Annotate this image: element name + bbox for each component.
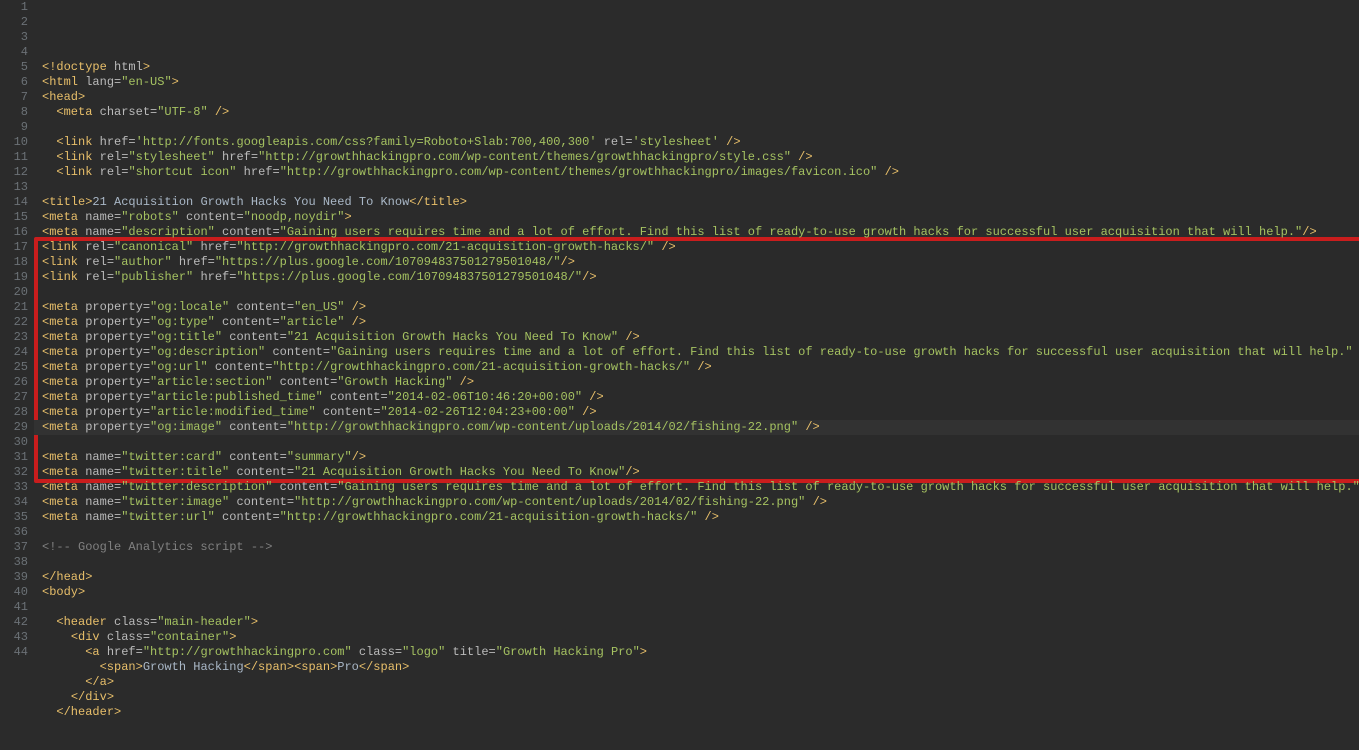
- code-line[interactable]: <div class="container">: [42, 630, 1359, 645]
- line-number: 31: [0, 450, 28, 465]
- line-number: 12: [0, 165, 28, 180]
- code-line[interactable]: <meta property="article:published_time" …: [42, 390, 1359, 405]
- line-number: 28: [0, 405, 28, 420]
- code-line[interactable]: <meta property="og:type" content="articl…: [42, 315, 1359, 330]
- code-line[interactable]: <meta name="twitter:url" content="http:/…: [42, 510, 1359, 525]
- line-number: 37: [0, 540, 28, 555]
- code-line[interactable]: [42, 180, 1359, 195]
- line-number: 4: [0, 45, 28, 60]
- code-line[interactable]: <meta name="twitter:card" content="summa…: [42, 450, 1359, 465]
- line-number: 13: [0, 180, 28, 195]
- code-line[interactable]: <link href='http://fonts.googleapis.com/…: [42, 135, 1359, 150]
- line-number: 43: [0, 630, 28, 645]
- code-line[interactable]: <meta name="twitter:title" content="21 A…: [42, 465, 1359, 480]
- line-number: 19: [0, 270, 28, 285]
- line-number: 44: [0, 645, 28, 660]
- code-line[interactable]: <html lang="en-US">: [42, 75, 1359, 90]
- line-number: 10: [0, 135, 28, 150]
- line-number: 14: [0, 195, 28, 210]
- line-number: 11: [0, 150, 28, 165]
- line-number: 6: [0, 75, 28, 90]
- code-line[interactable]: [42, 525, 1359, 540]
- line-number: 18: [0, 255, 28, 270]
- line-number: 20: [0, 285, 28, 300]
- line-number: 22: [0, 315, 28, 330]
- code-line[interactable]: <!doctype html>: [42, 60, 1359, 75]
- code-line[interactable]: <meta property="article:modified_time" c…: [42, 405, 1359, 420]
- code-line[interactable]: </div>: [42, 690, 1359, 705]
- code-line[interactable]: <title>21 Acquisition Growth Hacks You N…: [42, 195, 1359, 210]
- code-line[interactable]: [42, 285, 1359, 300]
- line-number: 24: [0, 345, 28, 360]
- line-number: 9: [0, 120, 28, 135]
- line-number: 35: [0, 510, 28, 525]
- gutter: 1234567891011121314151617181920212223242…: [0, 0, 34, 750]
- line-number: 39: [0, 570, 28, 585]
- line-number: 38: [0, 555, 28, 570]
- line-number: 40: [0, 585, 28, 600]
- code-line[interactable]: <link rel="publisher" href="https://plus…: [42, 270, 1359, 285]
- code-line[interactable]: <meta property="og:description" content=…: [42, 345, 1359, 360]
- line-number: 27: [0, 390, 28, 405]
- code-line[interactable]: <link rel="author" href="https://plus.go…: [42, 255, 1359, 270]
- line-number: 16: [0, 225, 28, 240]
- code-editor[interactable]: 1234567891011121314151617181920212223242…: [0, 0, 1359, 750]
- line-number: 25: [0, 360, 28, 375]
- code-line[interactable]: [42, 600, 1359, 615]
- code-line[interactable]: <meta name="twitter:image" content="http…: [42, 495, 1359, 510]
- line-number: 26: [0, 375, 28, 390]
- line-number: 2: [0, 15, 28, 30]
- code-line[interactable]: <meta name="description" content="Gainin…: [42, 225, 1359, 240]
- code-line[interactable]: <meta property="og:title" content="21 Ac…: [42, 330, 1359, 345]
- code-line[interactable]: <link rel="canonical" href="http://growt…: [42, 240, 1359, 255]
- line-number: 7: [0, 90, 28, 105]
- line-number: 36: [0, 525, 28, 540]
- code-line[interactable]: <meta property="og:image" content="http:…: [42, 420, 1359, 435]
- code-line[interactable]: </header>: [42, 705, 1359, 720]
- line-number: 5: [0, 60, 28, 75]
- line-number: 33: [0, 480, 28, 495]
- line-number: 42: [0, 615, 28, 630]
- code-line[interactable]: </a>: [42, 675, 1359, 690]
- line-number: 41: [0, 600, 28, 615]
- line-number: 21: [0, 300, 28, 315]
- code-line[interactable]: <a href="http://growthhackingpro.com" cl…: [42, 645, 1359, 660]
- line-number: 30: [0, 435, 28, 450]
- code-line[interactable]: <meta property="og:locale" content="en_U…: [42, 300, 1359, 315]
- code-line[interactable]: <!-- Google Analytics script -->: [42, 540, 1359, 555]
- code-area[interactable]: <!doctype html><html lang="en-US"><head>…: [34, 0, 1359, 750]
- code-line[interactable]: <link rel="shortcut icon" href="http://g…: [42, 165, 1359, 180]
- line-number: 34: [0, 495, 28, 510]
- code-line[interactable]: [42, 120, 1359, 135]
- code-line[interactable]: <link rel="stylesheet" href="http://grow…: [42, 150, 1359, 165]
- line-number: 15: [0, 210, 28, 225]
- line-number: 29: [0, 420, 28, 435]
- code-line[interactable]: </head>: [42, 570, 1359, 585]
- line-number: 23: [0, 330, 28, 345]
- line-number: 17: [0, 240, 28, 255]
- code-line[interactable]: <head>: [42, 90, 1359, 105]
- line-number: 3: [0, 30, 28, 45]
- code-line[interactable]: <span>Growth Hacking</span><span>Pro</sp…: [42, 660, 1359, 675]
- code-line[interactable]: <body>: [42, 585, 1359, 600]
- code-line[interactable]: <meta name="robots" content="noodp,noydi…: [42, 210, 1359, 225]
- code-line[interactable]: <header class="main-header">: [42, 615, 1359, 630]
- code-line[interactable]: [42, 435, 1359, 450]
- code-line[interactable]: <meta charset="UTF-8" />: [42, 105, 1359, 120]
- code-line[interactable]: <meta property="article:section" content…: [42, 375, 1359, 390]
- code-line[interactable]: [42, 555, 1359, 570]
- code-line[interactable]: <meta name="twitter:description" content…: [42, 480, 1359, 495]
- line-number: 8: [0, 105, 28, 120]
- line-number: 32: [0, 465, 28, 480]
- code-line[interactable]: <meta property="og:url" content="http://…: [42, 360, 1359, 375]
- line-number: 1: [0, 0, 28, 15]
